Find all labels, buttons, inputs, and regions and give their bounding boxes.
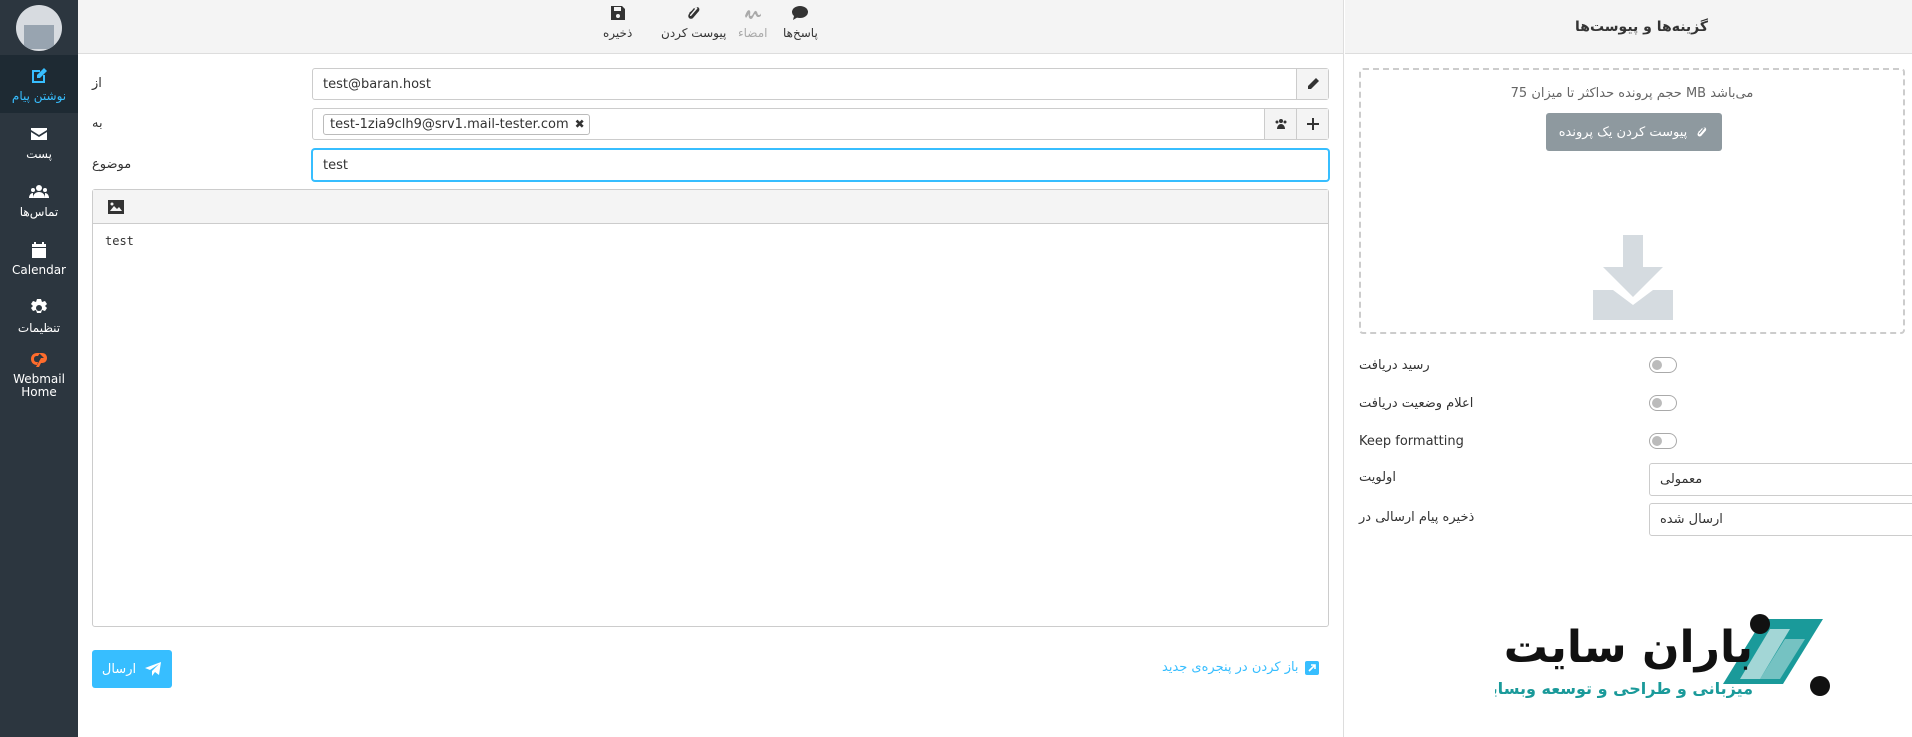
recipient-address: test-1zia9clh9@srv1.mail-tester.com xyxy=(330,116,569,132)
attachment-dropzone[interactable]: حجم پرونده حداکثر تا میزان 75 MB می‌باشد… xyxy=(1359,68,1905,334)
read-receipt-label: رسید دریافت xyxy=(1359,358,1430,373)
compose-area: ذخیره پیوست کردن امضاء پاسخ‌ها از test@b… xyxy=(78,0,1344,737)
calendar-icon xyxy=(32,241,46,258)
plus-icon xyxy=(1306,118,1319,130)
nav-webmail-home-label: Webmail Home xyxy=(13,372,65,399)
options-title: گزینه‌ها و پیوست‌ها xyxy=(1575,18,1709,35)
open-in-new-window-link[interactable]: باز کردن در پنجره‌ی جدید xyxy=(1162,660,1319,675)
save-sent-option: ذخیره پیام ارسالی در ارسال شده xyxy=(1359,503,1912,536)
from-label: از xyxy=(92,76,102,91)
send-label: ارسال xyxy=(101,661,137,677)
main-navigation: نوشتن پیام پست تماس‌ها Calendar تنظیمات … xyxy=(0,0,78,737)
priority-option: اولویت معمولی xyxy=(1359,463,1912,496)
compose-icon xyxy=(32,67,47,83)
attach-button[interactable]: پیوست کردن xyxy=(661,4,726,40)
send-button[interactable]: ارسال xyxy=(92,650,172,688)
paperclip-icon xyxy=(687,7,700,19)
delivery-status-label: اعلام وضعیت دریافت xyxy=(1359,396,1474,411)
keep-formatting-label: Keep formatting xyxy=(1359,434,1464,449)
subject-row: موضوع test xyxy=(92,149,1329,181)
nav-calendar[interactable]: Calendar xyxy=(0,229,78,287)
keep-formatting-option: Keep formatting xyxy=(1359,427,1905,457)
signature-label: امضاء xyxy=(738,26,768,40)
paperclip-icon xyxy=(1697,127,1707,137)
subject-value: test xyxy=(323,157,348,173)
replies-button[interactable]: پاسخ‌ها xyxy=(783,4,818,40)
priority-label: اولویت xyxy=(1359,470,1396,485)
recipient-chip[interactable]: test-1zia9clh9@srv1.mail-tester.com ✖ xyxy=(323,113,590,135)
cpanel-icon xyxy=(31,353,47,367)
attach-file-button[interactable]: پیوست کردن یک پرونده xyxy=(1546,113,1722,151)
to-row: به test-1zia9clh9@srv1.mail-tester.com ✖ xyxy=(92,108,1329,140)
editor-toolbar xyxy=(93,190,1328,224)
brand-name: باران سایت xyxy=(1504,622,1753,673)
max-size-hint: حجم پرونده حداکثر تا میزان 75 MB می‌باشد xyxy=(1510,86,1754,101)
nav-compose-label: نوشتن پیام xyxy=(11,88,67,103)
read-receipt-toggle[interactable] xyxy=(1649,357,1677,373)
address-book-button[interactable] xyxy=(1264,109,1296,139)
save-button[interactable]: ذخیره xyxy=(603,4,632,40)
from-field[interactable]: test@baran.host xyxy=(312,68,1329,100)
paper-plane-icon xyxy=(145,662,162,676)
image-icon[interactable] xyxy=(107,199,125,215)
nav-mail[interactable]: پست xyxy=(0,113,78,171)
nav-compose[interactable]: نوشتن پیام xyxy=(0,55,78,113)
comment-icon xyxy=(792,6,809,20)
from-value: test@baran.host xyxy=(323,76,431,92)
edit-identity-button[interactable] xyxy=(1296,69,1328,99)
signature-icon xyxy=(744,10,761,19)
users-icon xyxy=(1275,119,1286,129)
options-panel: گزینه‌ها و پیوست‌ها حجم پرونده حداکثر تا… xyxy=(1345,0,1912,737)
signature-button[interactable]: امضاء xyxy=(738,4,767,40)
envelope-icon xyxy=(31,127,47,140)
save-sent-label: ذخیره پیام ارسالی در xyxy=(1359,510,1475,525)
save-sent-select[interactable]: ارسال شده xyxy=(1649,503,1912,536)
nav-mail-label: پست xyxy=(26,146,52,161)
compose-toolbar: ذخیره پیوست کردن امضاء پاسخ‌ها xyxy=(78,0,1343,54)
replies-label: پاسخ‌ها xyxy=(783,26,818,40)
external-link-icon xyxy=(1304,660,1319,675)
delivery-status-option: اعلام وضعیت دریافت xyxy=(1359,389,1905,419)
priority-select[interactable]: معمولی xyxy=(1649,463,1912,496)
delivery-status-toggle[interactable] xyxy=(1649,395,1677,411)
gear-icon xyxy=(31,298,47,313)
floppy-icon xyxy=(610,6,625,20)
brand-tagline: میزبانی و طراحی و توسعه وبسایت xyxy=(1495,679,1753,698)
message-editor[interactable]: test xyxy=(92,189,1329,627)
attach-label: پیوست کردن xyxy=(661,26,727,40)
subject-label: موضوع xyxy=(92,157,132,172)
nav-webmail-home[interactable]: Webmail Home xyxy=(0,345,78,403)
from-row: از test@baran.host xyxy=(92,68,1329,100)
nav-contacts-label: تماس‌ها xyxy=(19,204,59,219)
users-icon xyxy=(29,184,49,198)
nav-calendar-label: Calendar xyxy=(12,262,66,277)
nav-contacts[interactable]: تماس‌ها xyxy=(0,171,78,229)
open-in-new-window-label: باز کردن در پنجره‌ی جدید xyxy=(1162,660,1299,675)
download-icon xyxy=(1588,235,1678,325)
to-field[interactable]: test-1zia9clh9@srv1.mail-tester.com ✖ xyxy=(312,108,1329,140)
brand-logo: باران سایت میزبانی و طراحی و توسعه وبسای… xyxy=(1495,614,1830,698)
subject-input[interactable]: test xyxy=(312,149,1329,181)
save-label: ذخیره xyxy=(603,26,633,40)
attach-file-label: پیوست کردن یک پرونده xyxy=(1558,124,1688,140)
remove-recipient-icon[interactable]: ✖ xyxy=(575,117,585,131)
read-receipt-option: رسید دریافت xyxy=(1359,351,1905,381)
nav-settings-label: تنظیمات xyxy=(17,320,61,335)
message-body[interactable]: test xyxy=(93,224,1328,258)
roundcube-logo[interactable] xyxy=(0,0,78,55)
pencil-icon xyxy=(1307,78,1319,89)
to-label: به xyxy=(92,116,103,131)
add-header-button[interactable] xyxy=(1296,109,1328,139)
keep-formatting-toggle[interactable] xyxy=(1649,433,1677,449)
nav-settings[interactable]: تنظیمات xyxy=(0,287,78,345)
